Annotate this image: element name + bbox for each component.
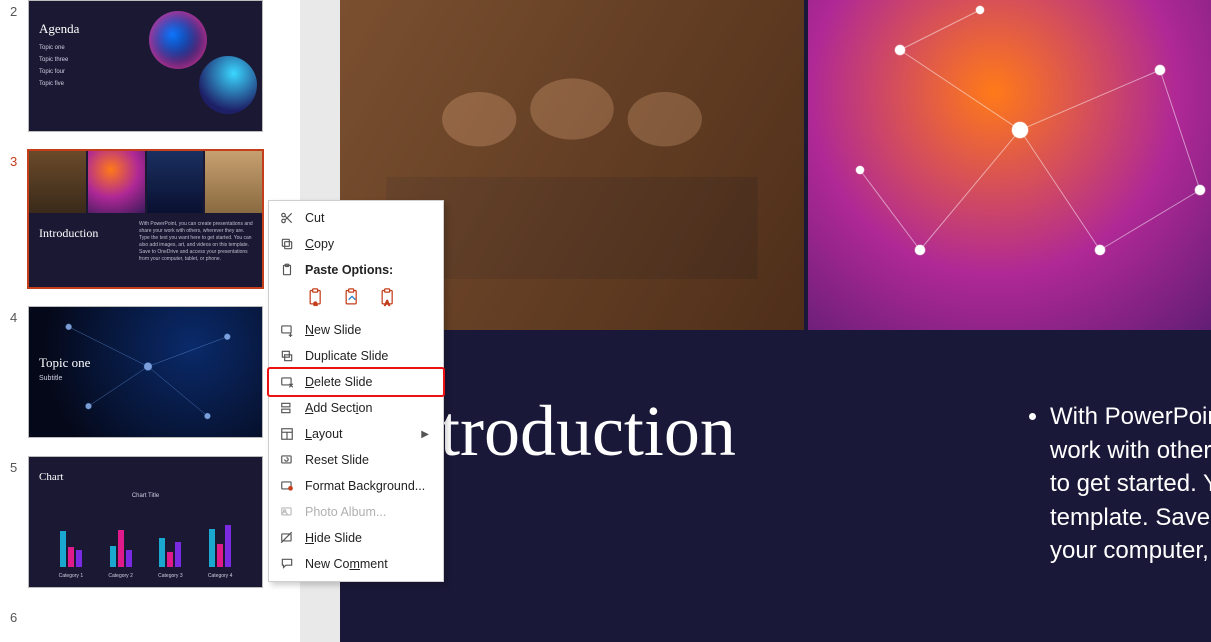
menu-label: Reset Slide bbox=[305, 453, 369, 467]
menu-hide-slide[interactable]: Hide Slide bbox=[269, 525, 443, 551]
agenda-line: Topic one bbox=[39, 45, 65, 51]
svg-text:a: a bbox=[314, 301, 318, 308]
menu-label: Cut bbox=[305, 211, 324, 225]
bar-chart: Category 1 Category 2 Category 3 Categor… bbox=[49, 505, 242, 567]
paste-text-only[interactable]: A bbox=[377, 287, 399, 309]
menu-cut[interactable]: Cut bbox=[269, 205, 443, 231]
clipboard-icon bbox=[279, 262, 295, 278]
menu-new-slide[interactable]: New Slide bbox=[269, 317, 443, 343]
submenu-arrow-icon: ▶ bbox=[421, 429, 429, 440]
svg-text:A: A bbox=[385, 299, 390, 308]
menu-photo-album: Photo Album... bbox=[269, 499, 443, 525]
comment-icon bbox=[279, 556, 295, 572]
photo-album-icon bbox=[279, 504, 295, 520]
slide-title: Chart bbox=[39, 471, 63, 483]
menu-duplicate-slide[interactable]: Duplicate Slide bbox=[269, 343, 443, 369]
slide-title: Agenda bbox=[39, 21, 79, 37]
hide-slide-icon bbox=[279, 530, 295, 546]
slide-thumbnail-4[interactable]: 4 Topic one Subtitle bbox=[10, 306, 290, 438]
menu-format-background[interactable]: Format Background... bbox=[269, 473, 443, 499]
add-section-icon bbox=[279, 400, 295, 416]
agenda-line: Topic three bbox=[39, 57, 68, 63]
menu-label: Delete Slide bbox=[305, 375, 372, 389]
menu-reset-slide[interactable]: Reset Slide bbox=[269, 447, 443, 473]
slide-number: 5 bbox=[10, 456, 28, 475]
menu-paste-options-header: Paste Options: bbox=[269, 257, 443, 283]
paste-options-row: a A bbox=[269, 283, 443, 317]
menu-label: New Slide bbox=[305, 323, 361, 337]
paste-use-destination-theme[interactable] bbox=[341, 287, 363, 309]
delete-slide-icon bbox=[279, 374, 295, 390]
duplicate-icon bbox=[279, 348, 295, 364]
menu-add-section[interactable]: Add Section bbox=[269, 395, 443, 421]
slide-thumbnail-3[interactable]: 3 Introduction With PowerPoint, you can … bbox=[10, 150, 290, 288]
menu-label: Paste Options: bbox=[305, 263, 393, 277]
slide-thumbnail-preview[interactable]: Introduction With PowerPoint, you can cr… bbox=[28, 150, 263, 288]
slide-thumbnail-preview[interactable]: Agenda Topic one Topic three Topic four … bbox=[28, 0, 263, 132]
body-bullet: With PowerPoint, you can create presenta… bbox=[1050, 400, 1211, 568]
menu-label: Copy bbox=[305, 237, 334, 251]
slide-body-text[interactable]: With PowerPoint, you can create presenta… bbox=[1030, 400, 1211, 568]
menu-label: Duplicate Slide bbox=[305, 349, 388, 363]
slide-thumbnail-6[interactable]: 6 bbox=[10, 606, 290, 625]
slide-thumbnail-preview[interactable]: Chart Chart Title Category 1 Category 2 … bbox=[28, 456, 263, 588]
reset-icon bbox=[279, 452, 295, 468]
slide-number: 4 bbox=[10, 306, 28, 325]
menu-layout[interactable]: Layout ▶ bbox=[269, 421, 443, 447]
paste-keep-source-formatting[interactable]: a bbox=[305, 287, 327, 309]
slide-number: 2 bbox=[10, 0, 28, 19]
slide-number: 6 bbox=[10, 606, 28, 625]
slide-canvas[interactable]: Introduction With PowerPoint, you can cr… bbox=[340, 0, 1211, 642]
image-strip bbox=[340, 0, 1211, 330]
new-slide-icon bbox=[279, 322, 295, 338]
photo-placeholder bbox=[147, 151, 204, 213]
copy-icon bbox=[279, 236, 295, 252]
photo-placeholder bbox=[88, 151, 145, 213]
photo-network-abstract bbox=[808, 0, 1211, 330]
chart-subtitle: Chart Title bbox=[132, 493, 159, 499]
slide-body: With PowerPoint, you can create presenta… bbox=[139, 221, 254, 263]
menu-delete-slide[interactable]: Delete Slide bbox=[269, 369, 443, 395]
agenda-line: Topic four bbox=[39, 69, 65, 75]
scissors-icon bbox=[279, 210, 295, 226]
layout-icon bbox=[279, 426, 295, 442]
slide-title: Topic one bbox=[39, 355, 90, 371]
menu-label: Hide Slide bbox=[305, 531, 362, 545]
slide-number: 3 bbox=[10, 150, 28, 169]
menu-label: Layout bbox=[305, 427, 343, 441]
decorative-circle bbox=[149, 11, 207, 69]
network-graphic bbox=[29, 307, 262, 438]
menu-label: Add Section bbox=[305, 401, 372, 415]
slide-title: Introduction bbox=[39, 226, 98, 241]
menu-label: Format Background... bbox=[305, 479, 425, 493]
menu-label: New Comment bbox=[305, 557, 388, 571]
slide-thumbnail-panel[interactable]: 2 Agenda Topic one Topic three Topic fou… bbox=[0, 0, 300, 642]
slide-thumbnail-5[interactable]: 5 Chart Chart Title Category 1 Category … bbox=[10, 456, 290, 588]
photo-placeholder bbox=[205, 151, 262, 213]
menu-new-comment[interactable]: New Comment bbox=[269, 551, 443, 577]
slide-thumbnail-2[interactable]: 2 Agenda Topic one Topic three Topic fou… bbox=[10, 0, 290, 132]
slide-context-menu[interactable]: Cut Copy Paste Options: a A New Slide bbox=[268, 200, 444, 582]
format-background-icon bbox=[279, 478, 295, 494]
slide-subtitle: Subtitle bbox=[39, 375, 62, 382]
menu-copy[interactable]: Copy bbox=[269, 231, 443, 257]
slide-thumbnail-preview[interactable]: Topic one Subtitle bbox=[28, 306, 263, 438]
menu-label: Photo Album... bbox=[305, 505, 386, 519]
agenda-line: Topic five bbox=[39, 81, 64, 87]
photo-placeholder bbox=[29, 151, 86, 213]
decorative-circle bbox=[199, 56, 257, 114]
